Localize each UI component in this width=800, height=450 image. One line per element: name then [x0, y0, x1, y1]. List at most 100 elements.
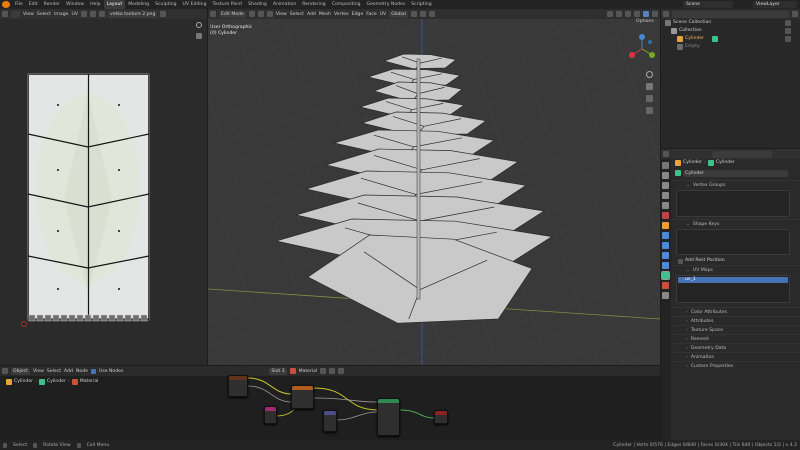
- section-shape-keys[interactable]: Shape Keys: [672, 219, 800, 228]
- perspective-icon[interactable]: [646, 107, 653, 114]
- outliner-item-collection[interactable]: Collection: [661, 27, 800, 35]
- vp-menu-vertex[interactable]: Vertex: [334, 12, 349, 17]
- principled-bsdf-node[interactable]: [377, 398, 400, 436]
- modifier-tab-icon[interactable]: [662, 232, 669, 239]
- mix-node[interactable]: [323, 410, 337, 432]
- section-attributes[interactable]: Attributes: [672, 316, 800, 325]
- section-custom-properties[interactable]: Custom Properties: [672, 361, 800, 370]
- sync-selection-icon[interactable]: [80, 11, 87, 17]
- render-tab-icon[interactable]: [662, 172, 669, 179]
- gizmo-icon[interactable]: [616, 11, 622, 17]
- uv-editor[interactable]: View Select Image UV vetka texture 2.png: [0, 9, 207, 365]
- uv-menu-uv[interactable]: UV: [71, 12, 78, 17]
- math-node[interactable]: [264, 406, 277, 424]
- output-tab-icon[interactable]: [662, 182, 669, 189]
- uv-menu-view[interactable]: View: [23, 12, 34, 17]
- uv-vertex-handle[interactable]: [28, 314, 36, 322]
- uv-vertex-handle[interactable]: [84, 314, 92, 322]
- editor-type-icon[interactable]: [2, 11, 8, 17]
- add-rest-position-checkbox[interactable]: [678, 258, 683, 264]
- shape-keys-list[interactable]: [676, 229, 790, 255]
- outliner-item-cylinder[interactable]: Cylinder: [661, 35, 800, 43]
- navigation-gizmo[interactable]: [626, 33, 658, 65]
- xray-icon[interactable]: [634, 11, 640, 17]
- outliner-search[interactable]: [672, 10, 789, 18]
- outliner-item-empty[interactable]: Empty: [661, 43, 800, 51]
- overlay-icon[interactable]: [625, 11, 631, 17]
- menu-help[interactable]: Help: [87, 0, 103, 9]
- pan-icon[interactable]: [646, 83, 653, 90]
- shader-node-editor[interactable]: Object View Select Add Node Use Nodes Sl…: [0, 366, 660, 440]
- uv-menu-image[interactable]: Image: [54, 12, 68, 17]
- vp-menu-add[interactable]: Add: [307, 12, 316, 17]
- camera-icon[interactable]: [646, 95, 653, 102]
- pivot-icon[interactable]: [410, 11, 417, 17]
- view-layer-selector[interactable]: ViewLayer: [753, 1, 797, 8]
- physics-tab-icon[interactable]: [662, 252, 669, 259]
- uv-vertex-handle[interactable]: [68, 314, 76, 322]
- tool-tab-icon[interactable]: [662, 162, 669, 169]
- vp-menu-select[interactable]: Select: [290, 12, 304, 17]
- uv-map-item[interactable]: uv_1: [678, 277, 788, 283]
- properties-editor[interactable]: Cylinder › Cylinder Cylinder Vertex Grou…: [661, 149, 800, 440]
- add-rest-position-row[interactable]: Add Rest Position: [672, 257, 800, 265]
- material-shading-icon[interactable]: [652, 11, 658, 17]
- uv-vertex-handle[interactable]: [116, 314, 124, 322]
- eye-icon[interactable]: [785, 28, 791, 34]
- section-uv-maps[interactable]: UV Maps: [672, 265, 800, 274]
- view-layer-tab-icon[interactable]: [662, 192, 669, 199]
- image-selector[interactable]: vetka texture 2.png: [107, 10, 158, 18]
- tab-scripting[interactable]: Scripting: [408, 0, 434, 9]
- vp-menu-uv[interactable]: UV: [380, 12, 387, 17]
- blender-logo-icon[interactable]: [2, 1, 10, 8]
- filter-icon[interactable]: [792, 11, 798, 17]
- uv-mode-button[interactable]: [11, 10, 20, 18]
- section-color-attributes[interactable]: Color Attributes: [672, 307, 800, 316]
- editor-type-icon[interactable]: [663, 151, 669, 157]
- section-remesh[interactable]: Remesh: [672, 334, 800, 343]
- menu-edit[interactable]: Edit: [26, 0, 41, 9]
- outliner-scene-collection[interactable]: Scene Collection: [661, 19, 800, 27]
- image-texture-node[interactable]: [291, 385, 314, 409]
- snap-icon[interactable]: [419, 11, 426, 17]
- mode-selector[interactable]: Edit Mode: [219, 10, 246, 18]
- scene-selector[interactable]: Scene: [683, 1, 733, 8]
- uv-menu-select[interactable]: Select: [37, 12, 51, 17]
- section-animation[interactable]: Animation: [672, 352, 800, 361]
- tab-modeling[interactable]: Modeling: [125, 0, 152, 9]
- uv-vertex-handle[interactable]: [76, 314, 84, 322]
- vp-menu-face[interactable]: Face: [366, 12, 376, 17]
- uv-vertex-handle[interactable]: [60, 314, 68, 322]
- tab-geometry-nodes[interactable]: Geometry Nodes: [364, 0, 409, 9]
- tab-compositing[interactable]: Compositing: [329, 0, 364, 9]
- tab-shading[interactable]: Shading: [245, 0, 270, 9]
- uv-vertex-handle[interactable]: [124, 314, 132, 322]
- properties-search[interactable]: [712, 150, 772, 158]
- uv-maps-list[interactable]: uv_1: [676, 275, 790, 303]
- tab-rendering[interactable]: Rendering: [299, 0, 328, 9]
- scene-tab-icon[interactable]: [662, 202, 669, 209]
- close-image-icon[interactable]: [160, 11, 167, 17]
- object-tab-icon[interactable]: [662, 222, 669, 229]
- data-tab-icon[interactable]: [661, 271, 670, 280]
- eye-icon[interactable]: [785, 36, 791, 42]
- menu-file[interactable]: File: [12, 0, 26, 9]
- section-vertex-groups[interactable]: Vertex Groups: [672, 180, 800, 189]
- vp-menu-view[interactable]: View: [276, 12, 287, 17]
- vertex-groups-list[interactable]: [676, 190, 790, 217]
- sticky-select-icon[interactable]: [98, 11, 105, 17]
- editor-type-icon[interactable]: [210, 11, 216, 17]
- section-geometry-data[interactable]: Geometry Data: [672, 343, 800, 352]
- 3d-viewport[interactable]: Edit Mode View Select Add Mesh Vertex Ed…: [208, 9, 660, 365]
- data-name-field[interactable]: Cylinder: [683, 169, 788, 177]
- tab-uv-editing[interactable]: UV Editing: [180, 0, 210, 9]
- tab-animation[interactable]: Animation: [270, 0, 299, 9]
- uv-vertex-handle[interactable]: [36, 314, 44, 322]
- eye-icon[interactable]: [785, 20, 791, 26]
- vp-menu-mesh[interactable]: Mesh: [319, 12, 331, 17]
- proportional-edit-icon[interactable]: [428, 11, 435, 17]
- zoom-icon[interactable]: [646, 71, 653, 78]
- uv-canvas[interactable]: [0, 19, 207, 365]
- uv-vertex-handle[interactable]: [100, 314, 108, 322]
- outliner[interactable]: Scene Collection Collection Cylinder Emp…: [661, 9, 800, 148]
